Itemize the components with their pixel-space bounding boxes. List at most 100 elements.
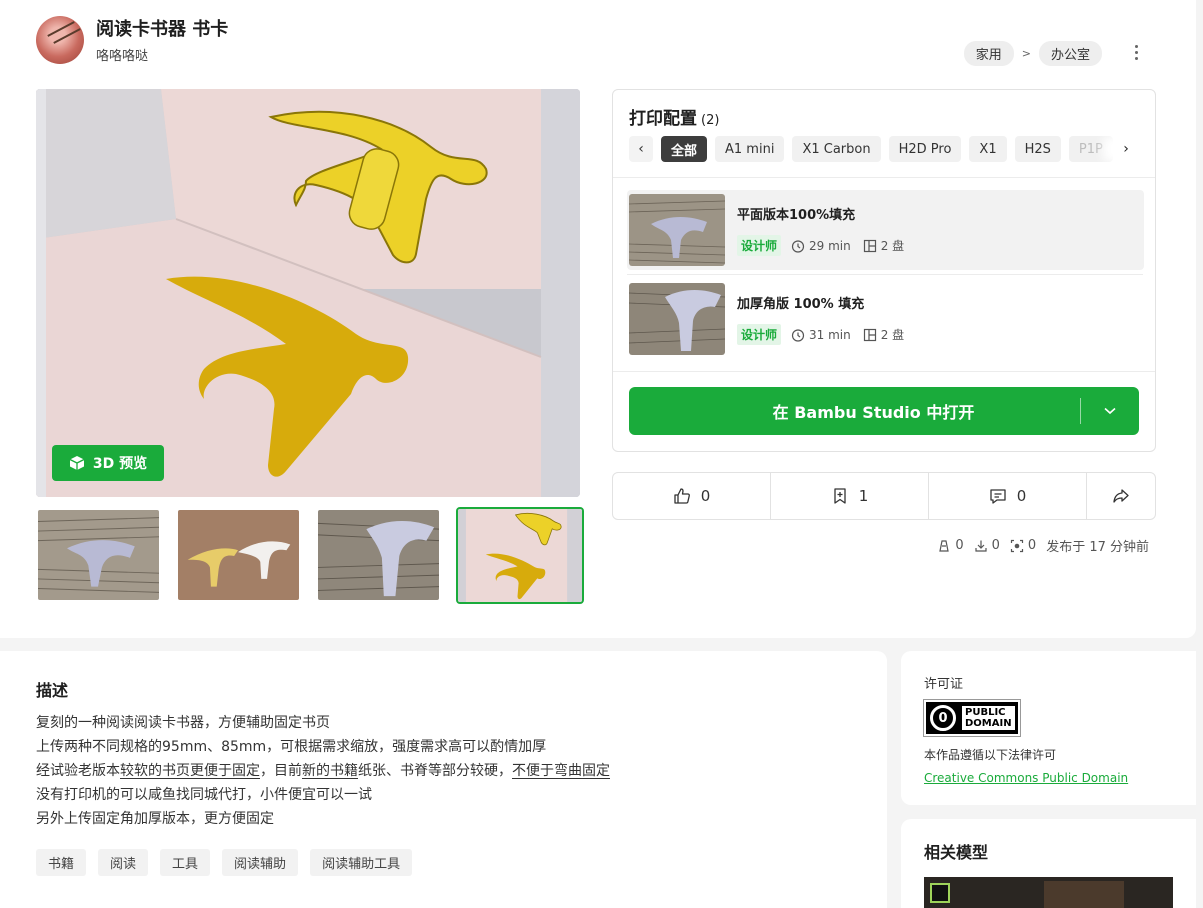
cube-icon [69, 456, 85, 470]
print-profile-item[interactable]: 平面版本100%填充 设计师 29 min 2 盘 [627, 190, 1144, 270]
chevron-left-icon[interactable]: ‹ [629, 136, 653, 162]
description-underline: 新的书籍 [302, 763, 358, 779]
related-models-title: 相关模型 [924, 843, 989, 862]
filter-chip-p1p[interactable]: P1P [1068, 136, 1113, 162]
stats-row: 0 0 0 发布于 17 分钟前 [937, 536, 1149, 555]
description-text: 纸张、书脊等部分较硬， [358, 763, 512, 779]
author-name[interactable]: 咯咯咯哒 [96, 45, 228, 64]
badge-line: PUBLIC [965, 707, 1006, 718]
description-title: 描述 [36, 681, 69, 700]
breadcrumb: 家用 > 办公室 [963, 41, 1102, 66]
designer-badge: 设计师 [737, 235, 782, 256]
model-header-card: 阅读卡书器 书卡 咯咯咯哒 家用 > 办公室 3D 预览 打印配置 (2) ‹ … [0, 0, 1196, 638]
print-config-panel: 打印配置 (2) ‹ 全部 A1 mini X1 Carbon H2D Pro X… [612, 89, 1156, 452]
license-note: 本作品遵循以下法律许可 [924, 748, 1057, 762]
like-count: 0 [700, 487, 711, 505]
profile-thumbnail [629, 283, 725, 355]
printer-filter-row: ‹ 全部 A1 mini X1 Carbon H2D Pro X1 H2S P1… [629, 136, 1139, 162]
author-block: 阅读卡书器 书卡 咯咯咯哒 [36, 16, 228, 64]
collect-count: 1 [858, 487, 869, 505]
collect-button[interactable]: 1 [771, 473, 929, 519]
print-config-count: (2) [701, 113, 720, 128]
related-model-shape [1044, 881, 1124, 908]
description-text: 经试验老版本 [36, 763, 120, 779]
share-icon [1113, 489, 1129, 503]
print-config-title: 打印配置 (2) [629, 104, 719, 129]
clock-icon [791, 239, 805, 253]
print-count: 0 [955, 538, 964, 553]
description-line: 没有打印机的可以咸鱼找同城代打，小件便宜可以一试 [36, 787, 372, 803]
thumbnail-4[interactable] [456, 507, 584, 604]
description-line: 上传两种不同规格的95mm、85mm，可根据需求缩放，强度需求高可以酌情加厚 [36, 739, 547, 755]
panel-divider [613, 371, 1155, 372]
filter-chip-h2s[interactable]: H2S [1014, 136, 1061, 162]
share-button[interactable] [1087, 473, 1155, 519]
print-config-title-text: 打印配置 [629, 109, 697, 129]
comment-button[interactable]: 0 [929, 473, 1087, 519]
license-title: 许可证 [924, 677, 964, 692]
tag-tools[interactable]: 工具 [160, 849, 211, 876]
public-domain-text: PUBLIC DOMAIN [962, 706, 1015, 730]
description-line: 另外上传固定角加厚版本，更方便固定 [36, 811, 274, 827]
related-model-thumbnail[interactable] [924, 877, 1173, 908]
description-underline: 较软的书页更便于固定 [120, 763, 260, 779]
chevron-down-icon[interactable] [1081, 407, 1139, 415]
description-underline: 不便于弯曲固定 [512, 763, 610, 779]
tag-reading-aid-tools[interactable]: 阅读辅助工具 [310, 849, 413, 876]
comment-count: 0 [1016, 487, 1027, 505]
download-count: 0 [991, 538, 1000, 553]
action-bar: 0 1 0 [612, 472, 1156, 520]
thumbnail-1[interactable] [36, 508, 161, 602]
filter-chip-x1-carbon[interactable]: X1 Carbon [792, 136, 881, 162]
boost-stat: 0 [1010, 538, 1036, 553]
plate-count: 2 盘 [880, 239, 905, 253]
print-count-icon [939, 539, 950, 552]
filter-chip-all[interactable]: 全部 [661, 136, 708, 162]
boost-count: 0 [1027, 538, 1037, 553]
designer-badge: 设计师 [737, 324, 782, 345]
published-time: 发布于 17 分钟前 [1046, 540, 1149, 555]
thumbnail-2[interactable] [176, 508, 301, 602]
public-domain-badge: 0 PUBLIC DOMAIN [923, 699, 1021, 737]
related-model-logo [930, 883, 950, 903]
filter-chip-x1[interactable]: X1 [969, 136, 1007, 162]
like-button[interactable]: 0 [613, 473, 771, 519]
thumbnail-3[interactable] [316, 508, 441, 602]
tag-reading-aid[interactable]: 阅读辅助 [222, 849, 299, 876]
thumbnail-strip [36, 507, 584, 604]
tag-reading[interactable]: 阅读 [98, 849, 149, 876]
breadcrumb-separator: > [1021, 47, 1031, 60]
clock-icon [791, 328, 805, 342]
preview-3d-label: 3D 预览 [92, 456, 148, 472]
chevron-right-icon[interactable]: › [1113, 136, 1139, 162]
description-card: 描述 复刻的一种阅读阅读卡书器，方便辅助固定书页 上传两种不同规格的95mm、8… [0, 651, 887, 908]
thumbs-up-icon [674, 488, 690, 504]
panel-divider [627, 274, 1143, 275]
filter-chip-h2d-pro[interactable]: H2D Pro [888, 136, 962, 162]
panel-divider [613, 177, 1155, 178]
breadcrumb-item-office[interactable]: 办公室 [1038, 41, 1102, 66]
profile-name: 平面版本100%填充 [737, 208, 856, 223]
open-in-bambu-studio-button[interactable]: 在 Bambu Studio 中打开 [629, 387, 1139, 435]
print-stat: 0 [937, 538, 964, 553]
license-link[interactable]: Creative Commons Public Domain [924, 771, 1173, 785]
main-model-image[interactable] [36, 89, 580, 497]
description-line: 复刻的一种阅读阅读卡书器，方便辅助固定书页 [36, 715, 330, 731]
description-text: ，目前 [260, 763, 302, 779]
more-options-icon[interactable] [1124, 40, 1148, 64]
avatar[interactable] [36, 16, 84, 64]
print-time: 31 min [809, 327, 851, 342]
boost-icon [1010, 539, 1024, 552]
print-profile-item[interactable]: 加厚角版 100% 填充 设计师 31 min 2 盘 [627, 279, 1144, 359]
download-icon [975, 540, 987, 552]
bookmark-plus-icon [834, 488, 846, 504]
tag-list: 书籍 阅读 工具 阅读辅助 阅读辅助工具 [36, 849, 851, 876]
tag-books[interactable]: 书籍 [36, 849, 87, 876]
plate-icon [863, 239, 876, 252]
breadcrumb-item-home[interactable]: 家用 [963, 41, 1014, 66]
profile-meta: 设计师 31 min 2 盘 [737, 324, 904, 345]
profile-name: 加厚角版 100% 填充 [737, 297, 865, 312]
download-stat: 0 [974, 538, 1000, 553]
preview-3d-button[interactable]: 3D 预览 [52, 445, 164, 481]
filter-chip-a1-mini[interactable]: A1 mini [715, 136, 785, 162]
